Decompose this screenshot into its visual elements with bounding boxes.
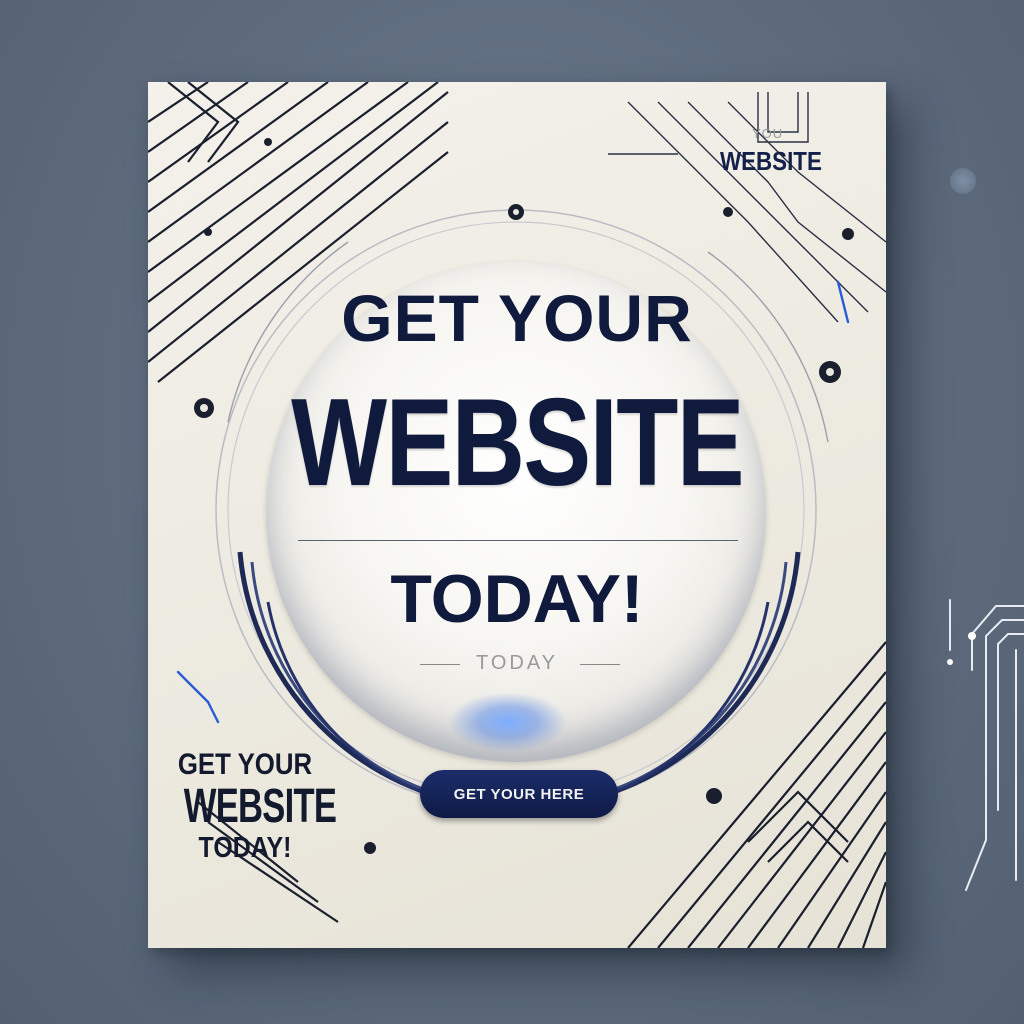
headline-line-1: GET YOUR: [341, 281, 693, 355]
get-your-here-button[interactable]: GET YOUR HERE: [420, 770, 618, 818]
corner-faint-text: YOU: [752, 126, 784, 141]
small-headline-line-3: TODAY!: [198, 832, 292, 864]
background-dot: [950, 168, 976, 194]
blue-glow: [448, 692, 568, 752]
corner-website-label: WEBSITE: [720, 146, 822, 176]
sub-label: TODAY: [475, 652, 559, 674]
sub-label-line-right: [580, 664, 620, 665]
small-headline-line-2: WEBSITE: [183, 780, 337, 833]
small-headline-block: GET YOUR WEBSITE TODAY!: [160, 748, 337, 865]
headline-line-2: WEBSITE: [291, 374, 744, 512]
poster-card: YOU WEBSITE GET YOUR WEBSITE TODAY! TODA…: [148, 82, 886, 948]
background-circuit-lines: [947, 599, 1024, 891]
headline-line-3: TODAY!: [390, 561, 644, 637]
small-headline-line-1: GET YOUR: [177, 748, 313, 781]
headline-divider: [298, 540, 738, 541]
